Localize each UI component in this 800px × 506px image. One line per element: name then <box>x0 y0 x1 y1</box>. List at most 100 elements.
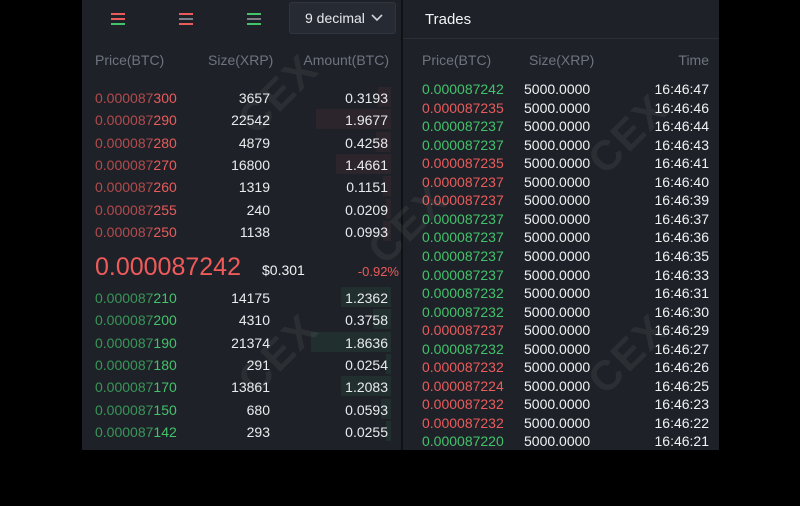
row-price: 0.000087210 <box>95 290 177 306</box>
price-tail: 150 <box>153 401 177 418</box>
row-amount: 1.9677 <box>345 112 388 129</box>
trade-price: 0.000087237 <box>422 322 504 339</box>
price-change-percent: -0.92% <box>357 264 399 279</box>
trade-price: 0.000087237 <box>422 247 504 264</box>
trade-row: 0.000087224 5000.0000 16:46:25 <box>403 377 719 395</box>
row-size: 13861 <box>231 379 270 396</box>
trade-price: 0.000087237 <box>422 173 504 190</box>
ask-row[interactable]: 0.000087280 4879 0.4258 <box>82 131 401 154</box>
bid-row[interactable]: 0.000087142 293 0.0255 <box>82 420 401 443</box>
row-amount: 0.0993 <box>345 223 388 240</box>
price-main: 0.000087 <box>95 356 154 373</box>
trade-size: 5000.0000 <box>524 396 591 413</box>
bid-row[interactable]: 0.000087170 13861 1.2083 <box>82 376 401 398</box>
price-main: 0.000087 <box>95 223 154 240</box>
row-amount: 0.0593 <box>345 401 388 418</box>
bid-row[interactable]: 0.000087150 680 0.0593 <box>82 398 401 421</box>
price-main: 0.000087 <box>95 334 154 351</box>
trade-price: 0.000087232 <box>422 303 504 320</box>
trades-divider <box>403 38 719 39</box>
price-tail: 260 <box>153 179 177 196</box>
trade-row: 0.000087232 5000.0000 16:46:26 <box>403 358 719 376</box>
trade-time: 16:46:44 <box>654 118 710 135</box>
row-size: 1138 <box>239 223 270 240</box>
row-size: 21374 <box>231 334 270 351</box>
trade-time: 16:46:41 <box>654 155 710 172</box>
row-price: 0.000087270 <box>95 157 177 173</box>
trade-time: 16:46:47 <box>654 81 710 97</box>
bid-row[interactable]: 0.000087190 21374 1.8636 <box>82 331 401 354</box>
row-size: 14175 <box>231 290 270 306</box>
trade-size: 5000.0000 <box>524 303 591 320</box>
trade-size: 5000.0000 <box>524 377 591 394</box>
ask-row[interactable]: 0.000087260 1319 0.1151 <box>82 176 401 198</box>
ask-row[interactable]: 0.000087250 1138 0.0993 <box>82 220 401 243</box>
orderbook-view-buys-button[interactable] <box>245 11 263 27</box>
row-amount: 1.2362 <box>345 290 388 306</box>
trade-price: 0.000087232 <box>422 340 504 357</box>
trade-price: 0.000087237 <box>422 210 504 227</box>
decimal-precision-select[interactable]: 9 decimal <box>289 2 396 34</box>
chevron-down-icon <box>371 3 383 44</box>
orderbook-panel: 9 decimal Price(BTC) Size(XRP) Amount(BT… <box>82 0 401 450</box>
row-price: 0.000087255 <box>95 202 177 218</box>
exchange-widget: 9 decimal Price(BTC) Size(XRP) Amount(BT… <box>82 0 719 450</box>
bid-row[interactable]: 0.000087200 4310 0.3758 <box>82 309 401 331</box>
price-main: 0.000087 <box>95 156 154 173</box>
trade-price: 0.000087237 <box>422 266 504 283</box>
price-tail: 200 <box>153 312 177 329</box>
row-price: 0.000087260 <box>95 179 177 195</box>
trade-size: 5000.0000 <box>524 340 591 357</box>
trade-time: 16:46:46 <box>654 99 710 116</box>
trade-size: 5000.0000 <box>524 359 591 376</box>
trade-row: 0.000087232 5000.0000 16:46:23 <box>403 395 719 413</box>
price-main: 0.000087 <box>95 401 154 418</box>
trade-time: 16:46:29 <box>654 322 710 339</box>
bid-row[interactable]: 0.000087210 14175 1.2362 <box>82 287 401 309</box>
orderbook-amount-header: Amount(BTC) <box>303 52 389 68</box>
trade-size: 5000.0000 <box>524 229 591 246</box>
trade-size: 5000.0000 <box>524 136 591 153</box>
trade-row: 0.000087232 5000.0000 16:46:22 <box>403 414 719 432</box>
row-size: 22542 <box>231 112 270 129</box>
bid-row[interactable]: 0.000087180 291 0.0254 <box>82 353 401 376</box>
trade-time: 16:46:26 <box>654 359 710 376</box>
trade-size: 5000.0000 <box>524 210 591 227</box>
price-tail: 250 <box>153 223 177 240</box>
trade-price: 0.000087242 <box>422 81 504 97</box>
price-tail: 300 <box>153 90 177 106</box>
orderbook-view-sells-button[interactable] <box>177 11 195 27</box>
row-amount: 1.2083 <box>345 379 388 396</box>
row-size: 4310 <box>238 312 270 329</box>
price-main: 0.000087 <box>95 134 154 151</box>
price-main: 0.000087 <box>95 90 154 106</box>
ask-row[interactable]: 0.000087300 3657 0.3193 <box>82 87 401 109</box>
row-price: 0.000087190 <box>95 335 177 351</box>
ask-row[interactable]: 0.000087270 16800 1.4661 <box>82 153 401 176</box>
trade-time: 16:46:35 <box>654 247 710 264</box>
orderbook-view-both-button[interactable] <box>109 11 127 27</box>
row-amount: 0.1151 <box>346 179 388 196</box>
row-size: 293 <box>246 423 270 440</box>
trade-time: 16:46:39 <box>654 192 710 209</box>
trade-row: 0.000087232 5000.0000 16:46:27 <box>403 340 719 358</box>
trades-price-header: Price(BTC) <box>422 52 492 68</box>
row-price: 0.000087180 <box>95 357 177 373</box>
row-amount: 0.0255 <box>345 423 388 440</box>
trade-time: 16:46:25 <box>654 377 710 394</box>
row-price: 0.000087290 <box>95 112 177 128</box>
trade-size: 5000.0000 <box>524 81 591 97</box>
price-main: 0.000087 <box>95 312 154 329</box>
row-size: 1319 <box>238 179 270 196</box>
row-amount: 0.4258 <box>345 134 388 151</box>
ask-row[interactable]: 0.000087290 22542 1.9677 <box>82 109 401 131</box>
trade-size: 5000.0000 <box>524 433 591 450</box>
ask-row[interactable]: 0.000087255 240 0.0209 <box>82 198 401 221</box>
trade-time: 16:46:40 <box>654 173 710 190</box>
trade-size: 5000.0000 <box>524 118 591 135</box>
trade-size: 5000.0000 <box>524 322 591 339</box>
last-price-usd: $0.301 <box>262 262 305 278</box>
trade-row: 0.000087232 5000.0000 16:46:31 <box>403 284 719 302</box>
orderbook-price-header: Price(BTC) <box>95 52 165 68</box>
trade-time: 16:46:21 <box>654 433 710 450</box>
